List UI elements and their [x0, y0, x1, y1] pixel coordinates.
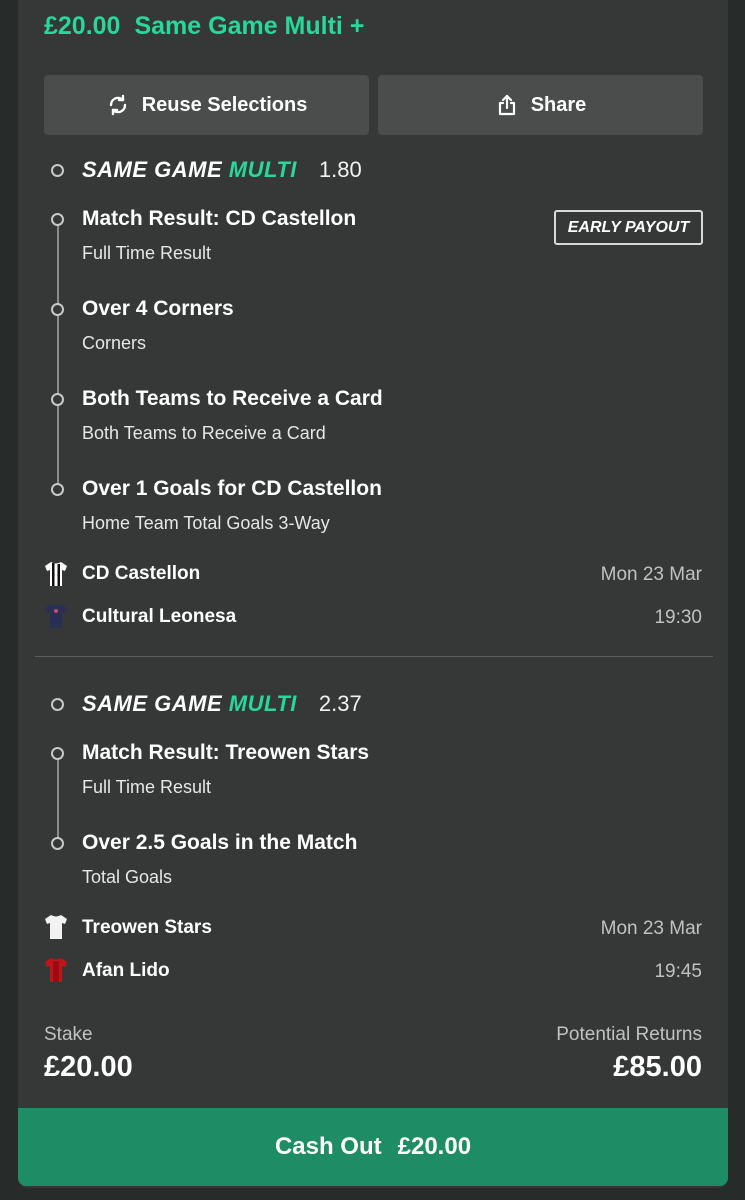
- match-time: 19:45: [654, 961, 702, 982]
- sgm-logo-same-game: SAME GAME: [82, 691, 229, 716]
- match-date: Mon 23 Mar: [600, 564, 702, 585]
- potential-returns-label: Potential Returns: [556, 1024, 702, 1045]
- navy-shirt-icon: [45, 604, 67, 628]
- leg-market: Both Teams to Receive a Card: [82, 423, 326, 443]
- timeline-node-icon: [51, 697, 64, 711]
- share-label: Share: [530, 93, 587, 116]
- sgm-logo: SAME GAME MULTI: [82, 157, 297, 183]
- reuse-selections-button[interactable]: Reuse Selections: [44, 75, 369, 135]
- leg-title: Both Teams to Receive a Card: [82, 387, 383, 410]
- sgm-odds: 1.80: [318, 157, 362, 182]
- sgm-odds: 2.37: [318, 691, 362, 716]
- timeline-line: [57, 756, 59, 848]
- reuse-selections-label: Reuse Selections: [141, 93, 308, 116]
- white-shirt-icon: [45, 915, 67, 939]
- sgm-logo-multi: MULTI: [228, 691, 297, 716]
- leg-title: Over 1 Goals for CD Castellon: [82, 477, 382, 500]
- leg-node-icon: [51, 303, 64, 316]
- header-stake: £20.00: [44, 12, 121, 40]
- match-date: Mon 23 Mar: [600, 918, 702, 939]
- leg-node-icon: [51, 393, 64, 406]
- sgm-header-2: SAME GAME MULTI 2.37: [44, 691, 362, 717]
- leg-market: Total Goals: [82, 867, 173, 887]
- leg-market: Home Team Total Goals 3-Way: [82, 513, 330, 533]
- leg-market: Full Time Result: [82, 777, 212, 797]
- sgm-logo-same-game: SAME GAME: [82, 157, 229, 182]
- leg-title: Over 2.5 Goals in the Match: [82, 831, 358, 854]
- sgm-logo: SAME GAME MULTI: [82, 691, 297, 717]
- leg-title: Match Result: Treowen Stars: [82, 741, 370, 764]
- section-divider: [35, 656, 713, 657]
- away-team-name: Afan Lido: [82, 960, 170, 981]
- share-icon: [498, 94, 515, 116]
- leg-market: Corners: [82, 333, 147, 353]
- stake-label: Stake: [44, 1024, 93, 1045]
- timeline-node-icon: [51, 163, 64, 177]
- leg-title: Over 4 Corners: [82, 297, 234, 320]
- bet-header: £20.00 Same Game Multi +: [44, 12, 364, 41]
- cash-out-button[interactable]: Cash Out £20.00: [18, 1108, 728, 1186]
- sgm-logo-multi: MULTI: [228, 157, 297, 182]
- header-bet-type: Same Game Multi +: [134, 12, 365, 40]
- share-button[interactable]: Share: [378, 75, 703, 135]
- striped-shirt-icon: [45, 562, 67, 586]
- potential-returns-value: £85.00: [613, 1051, 702, 1083]
- timeline-line: [57, 222, 59, 494]
- leg-node-icon: [51, 483, 64, 496]
- stake-value: £20.00: [44, 1051, 133, 1083]
- leg-node-icon: [51, 837, 64, 850]
- match-time: 19:30: [654, 607, 702, 628]
- cash-out-amount: £20.00: [397, 1133, 472, 1160]
- leg-market: Full Time Result: [82, 243, 212, 263]
- leg-node-icon: [51, 747, 64, 760]
- sgm-header-1: SAME GAME MULTI 1.80: [44, 157, 362, 183]
- home-team-name: Treowen Stars: [82, 917, 212, 938]
- cash-out-label: Cash Out: [274, 1133, 382, 1160]
- away-team-name: Cultural Leonesa: [82, 606, 237, 627]
- early-payout-badge[interactable]: EARLY PAYOUT: [554, 210, 703, 245]
- red-shirt-icon: [45, 958, 67, 982]
- refresh-icon: [109, 94, 126, 116]
- leg-title: Match Result: CD Castellon: [82, 207, 357, 230]
- home-team-name: CD Castellon: [82, 563, 201, 584]
- leg-node-icon: [51, 213, 64, 226]
